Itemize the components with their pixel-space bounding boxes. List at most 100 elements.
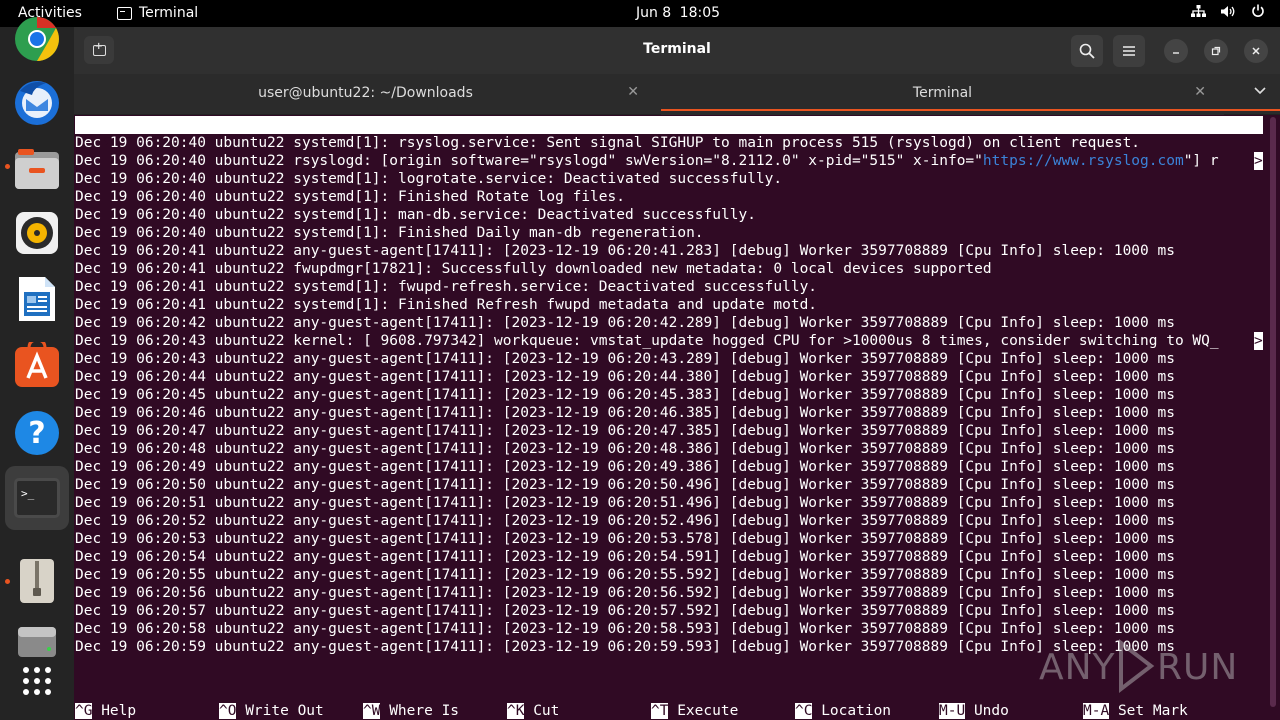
log-text: Dec 19 06:20:56 ubuntu22 any-guest-agent… (75, 585, 1175, 601)
thunderbird-icon (15, 81, 59, 125)
log-line: Dec 19 06:20:50 ubuntu22 any-guest-agent… (75, 476, 1175, 494)
log-text: Dec 19 06:20:55 ubuntu22 any-guest-agent… (75, 567, 1175, 583)
tab-downloads[interactable]: user@ubuntu22: ~/Downloads ✕ (74, 74, 657, 115)
log-line: Dec 19 06:20:51 ubuntu22 any-guest-agent… (75, 494, 1175, 512)
archive-icon (20, 559, 54, 603)
shortcut-item[interactable]: ^C Location (795, 702, 891, 720)
volume-icon (1220, 5, 1236, 22)
log-text: Dec 19 06:20:40 ubuntu22 rsyslogd: [orig… (75, 153, 983, 169)
dock-item-terminal[interactable]: >_ (5, 466, 69, 530)
shortcut-item[interactable]: ^K Cut (507, 702, 559, 720)
log-line: Dec 19 06:20:57 ubuntu22 any-guest-agent… (75, 602, 1175, 620)
restore-icon (1211, 46, 1221, 56)
shortcut-label: Cut (533, 703, 560, 719)
log-line: Dec 19 06:20:47 ubuntu22 any-guest-agent… (75, 422, 1175, 440)
log-text: Dec 19 06:20:46 ubuntu22 any-guest-agent… (75, 405, 1175, 421)
clock[interactable]: Jun 8 18:05 (0, 5, 1280, 21)
log-line: Dec 19 06:20:42 ubuntu22 any-guest-agent… (75, 314, 1175, 332)
log-text: Dec 19 06:20:41 ubuntu22 systemd[1]: Fin… (75, 297, 818, 313)
chrome-icon (15, 17, 59, 61)
shortcut-key: ^W (363, 703, 381, 719)
log-line: Dec 19 06:20:40 ubuntu22 systemd[1]: Fin… (75, 224, 704, 242)
dock-item-software[interactable] (11, 339, 63, 391)
top-bar: Activities Terminal Jun 8 18:05 (0, 0, 1280, 27)
dock-item-rhythmbox[interactable] (11, 207, 63, 259)
log-line: Dec 19 06:20:40 ubuntu22 systemd[1]: log… (75, 170, 782, 188)
dock-item-help[interactable]: ? (11, 407, 63, 459)
dock-item-writer[interactable] (11, 273, 63, 325)
log-text: Dec 19 06:20:57 ubuntu22 any-guest-agent… (75, 603, 1175, 619)
log-text: Dec 19 06:20:40 ubuntu22 systemd[1]: Fin… (75, 189, 625, 205)
svg-text:?: ? (28, 416, 45, 451)
log-text: Dec 19 06:20:52 ubuntu22 any-guest-agent… (75, 513, 1175, 529)
shortcut-key: ^K (507, 703, 525, 719)
log-text: Dec 19 06:20:50 ubuntu22 any-guest-agent… (75, 477, 1175, 493)
show-applications-button[interactable] (11, 655, 63, 707)
search-button[interactable] (1071, 35, 1103, 67)
close-icon (1252, 47, 1260, 55)
log-line: Dec 19 06:20:53 ubuntu22 any-guest-agent… (75, 530, 1175, 548)
log-text: Dec 19 06:20:48 ubuntu22 any-guest-agent… (75, 441, 1175, 457)
close-button[interactable] (1244, 39, 1268, 63)
svg-text:ANY: ANY (1039, 647, 1116, 688)
minimize-button[interactable] (1164, 39, 1188, 63)
log-text: Dec 19 06:20:47 ubuntu22 any-guest-agent… (75, 423, 1175, 439)
dock-item-thunderbird[interactable] (11, 76, 63, 128)
shortcut-label: Location (821, 703, 892, 719)
log-line: Dec 19 06:20:43 ubuntu22 kernel: [ 9608.… (75, 332, 1219, 350)
shortcut-key: M-U (939, 703, 966, 719)
log-text: Dec 19 06:20:42 ubuntu22 any-guest-agent… (75, 315, 1175, 331)
log-text: Dec 19 06:20:54 ubuntu22 any-guest-agent… (75, 549, 1175, 565)
shortcut-item[interactable]: ^T Execute (651, 702, 738, 720)
rhythmbox-icon (16, 212, 58, 254)
svg-text:RUN: RUN (1157, 647, 1238, 688)
shortcut-label: Undo (973, 703, 1009, 719)
network-icon (1190, 4, 1206, 22)
log-text: Dec 19 06:20:41 ubuntu22 fwupdmgr[17821]… (75, 261, 992, 277)
hamburger-icon (1123, 46, 1135, 56)
dock-item-chrome[interactable] (11, 13, 63, 65)
line-continuation-marker: > (1254, 332, 1263, 350)
shortcut-label: Execute (677, 703, 739, 719)
shortcut-item[interactable]: M-A Set Mark (1083, 702, 1188, 720)
watermark-logo: ANY RUN (1039, 635, 1239, 697)
shortcut-label: Help (101, 703, 137, 719)
clock-time: 18:05 (679, 5, 721, 21)
log-text: Dec 19 06:20:40 ubuntu22 systemd[1]: log… (75, 171, 783, 187)
terminal-content[interactable]: GNU nano 6.2 /var/log/syslog Dec 19 06:2… (74, 115, 1280, 720)
shortcut-item[interactable]: ^O Write Out (219, 702, 324, 720)
log-text: Dec 19 06:20:44 ubuntu22 any-guest-agent… (75, 369, 1175, 385)
log-link[interactable]: https://www.rsyslog.com (983, 153, 1184, 169)
log-line: Dec 19 06:20:59 ubuntu22 any-guest-agent… (75, 638, 1175, 656)
log-text: Dec 19 06:20:58 ubuntu22 any-guest-agent… (75, 621, 1175, 637)
shortcut-item[interactable]: M-U Undo (939, 702, 1009, 720)
shortcut-key: ^G (75, 703, 93, 719)
power-icon (1250, 4, 1266, 22)
log-line: Dec 19 06:20:48 ubuntu22 any-guest-agent… (75, 440, 1175, 458)
log-line: Dec 19 06:20:41 ubuntu22 systemd[1]: fwu… (75, 278, 817, 296)
log-line: Dec 19 06:20:40 ubuntu22 rsyslogd: [orig… (75, 152, 1219, 170)
shortcut-item[interactable]: ^G Help (75, 702, 136, 720)
log-line: Dec 19 06:20:52 ubuntu22 any-guest-agent… (75, 512, 1175, 530)
tab-close-icon[interactable]: ✕ (1194, 84, 1206, 100)
tab-close-icon[interactable]: ✕ (627, 84, 639, 100)
maximize-button[interactable] (1204, 39, 1228, 63)
minimize-icon (1173, 52, 1179, 54)
tab-label: user@ubuntu22: ~/Downloads (258, 85, 473, 101)
system-tray[interactable] (1190, 4, 1266, 22)
menu-button[interactable] (1113, 35, 1145, 67)
log-line: Dec 19 06:20:40 ubuntu22 systemd[1]: Fin… (75, 188, 625, 206)
tab-list-button[interactable] (1254, 84, 1266, 99)
shortcut-key: ^T (651, 703, 669, 719)
log-text: Dec 19 06:20:49 ubuntu22 any-guest-agent… (75, 459, 1175, 475)
log-line: Dec 19 06:20:41 ubuntu22 fwupdmgr[17821]… (75, 260, 992, 278)
scrollbar[interactable] (1270, 117, 1276, 707)
dock-item-files[interactable] (11, 143, 63, 195)
shortcut-key: M-A (1083, 703, 1110, 719)
log-text-tail: "] r (1183, 153, 1219, 169)
dock-item-archive[interactable] (11, 555, 63, 607)
tab-label: Terminal (912, 85, 973, 101)
grid-icon (23, 667, 51, 695)
shortcut-item[interactable]: ^W Where Is (363, 702, 459, 720)
log-text: Dec 19 06:20:43 ubuntu22 any-guest-agent… (75, 351, 1175, 367)
